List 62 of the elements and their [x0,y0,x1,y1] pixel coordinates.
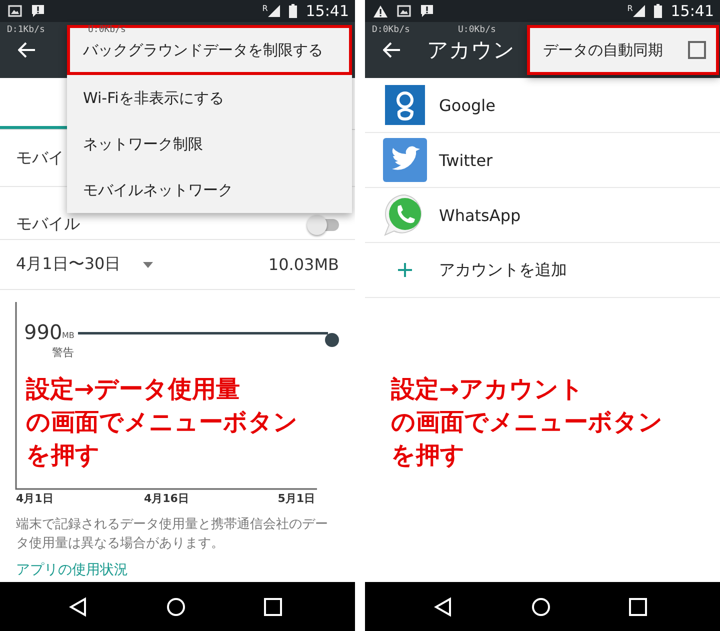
menu-item-label: データの自動同期 [543,40,663,60]
upload-speed: U:0Kb/s [458,25,496,35]
battery-icon [288,4,297,18]
home-icon[interactable] [166,596,186,616]
back-arrow-icon[interactable] [18,42,36,58]
download-speed: D:0Kb/s [372,25,410,35]
roaming-indicator: R [262,4,268,13]
menu-item[interactable]: ネットワーク制限 [67,121,352,167]
setting-label: モバイ [16,148,64,168]
menu-item[interactable]: モバイルネットワーク [67,167,352,213]
signal-icon [268,5,280,17]
download-speed: D:1Kb/s [7,25,45,35]
dropdown-caret-icon[interactable] [142,262,153,268]
annotation-text: 設定→アカウント [391,375,584,403]
axis-label: 4月16日 [144,491,189,506]
plus-icon [397,262,413,278]
account-row[interactable]: アカウントを追加 [365,243,720,298]
axis-label: 5月1日 [278,491,315,506]
back-arrow-icon[interactable] [383,42,401,58]
account-name: Google [439,96,496,114]
annotation-text: の画面でメニューボタン [26,408,298,436]
checkbox[interactable] [688,41,706,59]
setting-label: モバイル [16,214,80,235]
axis-label: 4月1日 [16,491,54,506]
limit-handle[interactable] [325,333,339,347]
account-row[interactable]: WhatsApp [365,188,720,243]
twitter-bird-icon [383,138,427,182]
battery-icon [654,4,662,18]
menu-item[interactable]: Wi-Fiを非表示にする [67,75,352,121]
usage-note: 端末で記録されるデータ使用量と携帯通信会社のデータ使用量は異なる場合があります。 [15,516,329,553]
back-icon[interactable] [433,596,453,616]
annotation-text: を押す [26,441,100,469]
annotation-text: 設定→データ使用量 [26,375,240,403]
image-icon [8,5,22,17]
menu-item[interactable]: データの自動同期 [527,25,719,75]
message-alert-icon [420,4,434,18]
period-label[interactable]: 4月1日〜30日 [16,254,121,275]
roaming-indicator: R [627,4,633,13]
limit-unit: MB [62,331,74,340]
warning-icon [373,4,388,18]
account-name: アカウントを追加 [439,260,567,280]
annotation-text: を押す [391,441,465,469]
account-name: WhatsApp [439,206,521,224]
clock-time: 15:41 [670,2,714,20]
account-name: Twitter [439,150,493,170]
account-row[interactable]: Twitter [365,133,720,188]
limit-label: 警告 [52,345,74,360]
account-row[interactable]: Google [365,78,720,133]
back-icon[interactable] [68,596,88,616]
home-icon[interactable] [531,596,551,616]
image-icon [397,5,411,17]
screen-title: アカウン [427,37,515,64]
annotation-text: の画面でメニューボタン [391,408,663,436]
recents-icon[interactable] [264,598,282,616]
recents-icon[interactable] [629,598,647,616]
limit-value: 990 [24,320,62,344]
usage-total: 10.03MB [268,255,339,274]
upload-speed: U:0Kb/s [88,25,126,35]
message-alert-icon [31,4,45,18]
signal-icon [632,5,645,17]
clock-time: 15:41 [306,2,349,20]
google-icon [385,85,425,125]
